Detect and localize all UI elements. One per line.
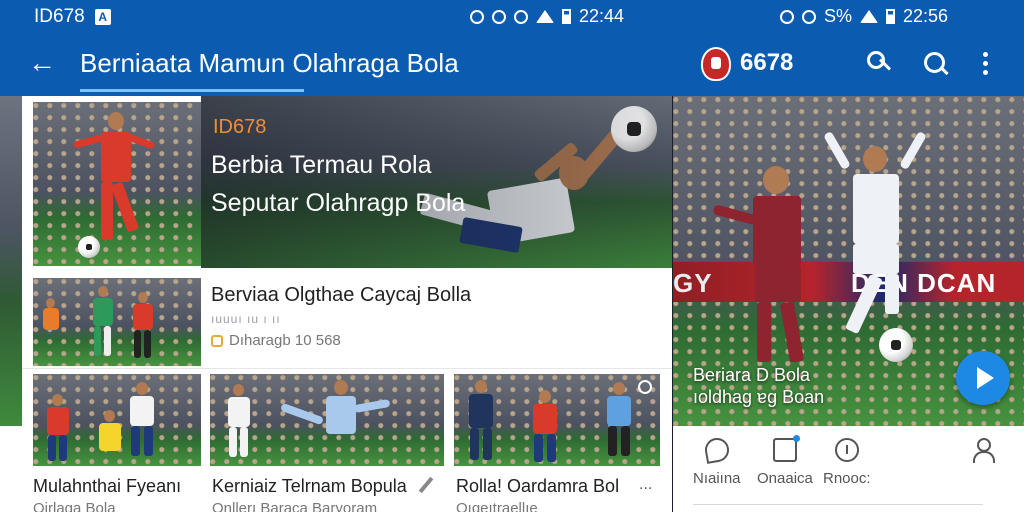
more-vert-icon[interactable]: [970, 48, 1002, 80]
play-button[interactable]: [956, 351, 1010, 405]
nav-label: Rnooc:: [823, 470, 871, 487]
video-caption-line2: ıoldhag ɐg Boan: [693, 387, 825, 407]
lock-icon: [211, 334, 223, 347]
badge-icon: [772, 435, 800, 462]
status-time: 22:44: [579, 6, 625, 26]
hero-thumbnail[interactable]: [33, 102, 201, 266]
left-edge-image: [0, 96, 22, 426]
status-carrier-text: ID678: [34, 6, 85, 27]
article-title[interactable]: Berviaa Olgthae Caycaj Bolla: [211, 284, 471, 307]
player-figure: [823, 126, 933, 346]
grid-article-sub: Oıqeıtraellıe: [456, 500, 538, 512]
featured-video[interactable]: GY DEN DCAN Beriara D Bola ıoldhag ɐg Bo…: [673, 96, 1024, 426]
grid-article-sub: Qirlaga Bola: [33, 500, 116, 512]
bottom-navigation: Nıaiına Onaaica Rnooc:: [673, 426, 1024, 512]
article-meta-text: Dıharagb 10 568: [229, 332, 341, 349]
nav-label: Nıaiına: [693, 470, 741, 487]
grid-article-title[interactable]: Mulahnthai Fyeanı: [33, 476, 181, 497]
status-right-secondary: S% 22:56: [780, 6, 948, 27]
notification-icon: A: [94, 9, 111, 25]
wifi-icon: [860, 10, 879, 23]
search-icon[interactable]: [920, 48, 952, 80]
loading-icon: [638, 380, 652, 394]
active-tab-indicator: [80, 89, 304, 92]
hero-title: Berbia Termau Rola Seputar Olahragp Bola: [211, 151, 466, 217]
feather-icon: [702, 436, 731, 464]
more-options[interactable]: ...: [639, 476, 652, 494]
article-thumbnail[interactable]: [33, 278, 201, 366]
status-right-primary: 22:44: [470, 6, 624, 27]
hero-article-card[interactable]: ID678 Berbia Termau Rola Seputar Olahrag…: [201, 96, 672, 268]
nav-divider: [693, 504, 983, 505]
arrow-left-icon: ←: [28, 47, 56, 78]
app-bar: ← Berniaata Mamun Olahraga Bola 6678: [0, 34, 1024, 96]
article-snippet: ıuuuı ıu ı ıı: [211, 312, 281, 326]
edit-icon[interactable]: [418, 476, 434, 494]
app-screen: ID678 A 22:44 S% 22:56 ← Berniaata Mamun…: [0, 0, 1024, 512]
back-button[interactable]: ←: [26, 48, 58, 80]
alarm-icon: [780, 9, 794, 24]
left-edge-panel: [0, 426, 22, 512]
player-figure: [712, 166, 833, 386]
hero-tag: ID678: [213, 116, 267, 138]
nav-item-profile[interactable]: [971, 438, 995, 470]
club-crest-icon[interactable]: [701, 47, 731, 81]
alarm-icon: [470, 9, 484, 24]
grid-thumbnail[interactable]: [210, 374, 444, 466]
status-left: ID678 A: [34, 6, 111, 28]
ball-image: [78, 236, 100, 258]
banner-text-left: GY: [673, 268, 713, 298]
grid-article-title[interactable]: Rolla! Oardamra Bol: [456, 476, 619, 497]
grid-article-title[interactable]: Kerniaiz Telrnam Bopula: [212, 476, 407, 497]
nav-item-scores[interactable]: Onaaica: [757, 435, 813, 487]
status-signal-text: S%: [824, 6, 853, 26]
page-title: Berniaata Mamun Olahraga Bola: [80, 48, 459, 78]
grid-thumbnail[interactable]: [454, 374, 660, 466]
nav-item-info[interactable]: Rnooc:: [823, 438, 871, 487]
key-icon[interactable]: [864, 48, 896, 80]
nav-label: Onaaica: [757, 470, 813, 487]
news-feed: ID678 Berbia Termau Rola Seputar Olahrag…: [22, 96, 672, 512]
ball-image: [879, 328, 913, 362]
dnd-icon: [514, 9, 528, 24]
person-icon: [971, 438, 995, 463]
nav-item-news[interactable]: Nıaiına: [693, 436, 741, 487]
status-bar: ID678 A 22:44 S% 22:56: [0, 0, 1024, 34]
battery-icon: [886, 9, 896, 24]
club-label[interactable]: 6678: [740, 49, 793, 77]
battery-icon: [562, 9, 571, 24]
alarm-icon: [802, 9, 816, 24]
article-meta: Dıharagb 10 568: [211, 332, 341, 349]
grid-thumbnail[interactable]: [33, 374, 201, 466]
grid-article-sub: Onllerı Baraca Baryoram: [212, 500, 378, 512]
video-caption-line1: Beriara D Bola: [693, 365, 811, 385]
wifi-icon: [536, 10, 554, 23]
divider: [22, 368, 672, 369]
video-caption: Beriara D Bola ıoldhag ɐg Boan: [693, 364, 824, 408]
alarm-icon: [492, 9, 506, 24]
info-icon: [834, 438, 859, 462]
status-time-secondary: 22:56: [903, 6, 949, 26]
